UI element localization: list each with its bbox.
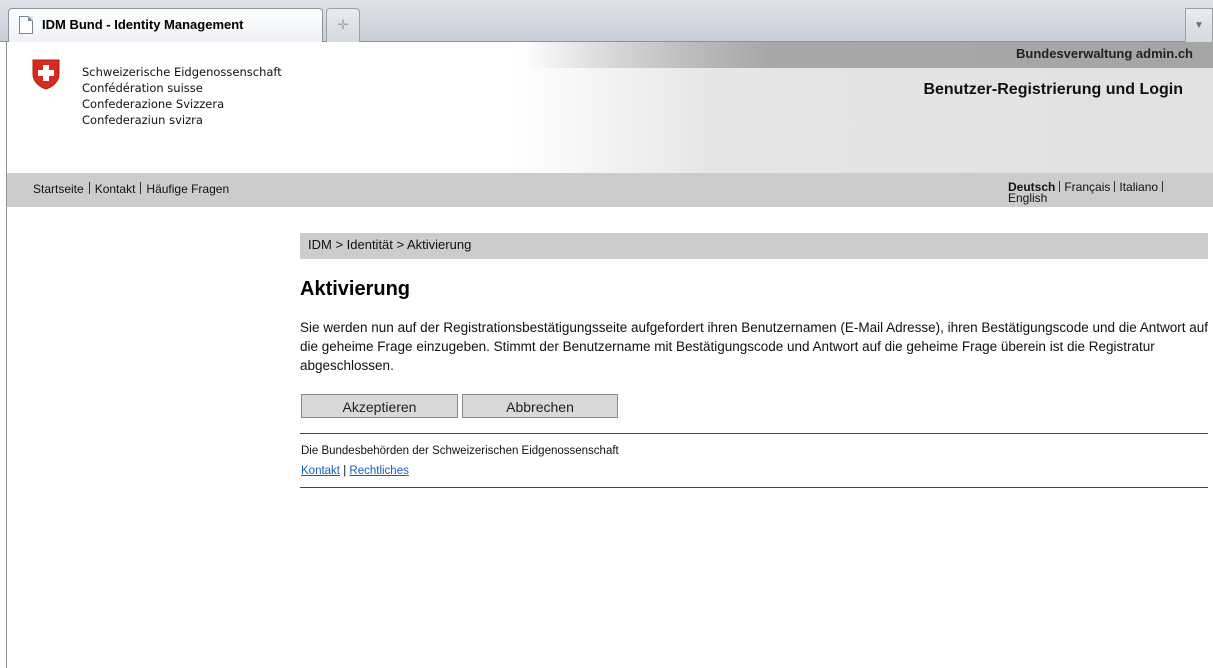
tab-list-button[interactable]: ▼ (1185, 8, 1213, 42)
language-english[interactable]: English (1008, 191, 1047, 205)
topbar-text: Bundesverwaltung admin.ch (1016, 46, 1193, 61)
nav-item-faq[interactable]: Häufige Fragen (146, 182, 229, 196)
swiss-crest-icon (32, 59, 60, 90)
lang-separator (1114, 181, 1116, 192)
main-nav: Startseite Kontakt Häufige Fragen (33, 182, 229, 196)
confederation-name-fr: Confédération suisse (82, 81, 203, 95)
site-header: Bundesverwaltung admin.ch Schweizerische… (7, 42, 1213, 173)
footer-link-kontakt[interactable]: Kontakt (301, 465, 340, 477)
chevron-down-icon: ▼ (1194, 20, 1204, 31)
footer-link-rechtliches[interactable]: Rechtliches (349, 465, 408, 477)
window-frame (0, 42, 7, 668)
confederation-name-de: Schweizerische Eidgenossenschaft (82, 65, 282, 79)
app-title: Benutzer-Registrierung und Login (923, 81, 1183, 98)
plus-icon: ✛ (337, 17, 349, 32)
lang-separator (1162, 181, 1164, 192)
accept-button[interactable]: Akzeptieren (301, 394, 458, 418)
footer-link-separator: | (343, 465, 347, 477)
browser-tab-strip: IDM Bund - Identity Management ✛ ▼ (0, 0, 1213, 42)
page-title: Aktivierung (300, 278, 411, 300)
intro-text: Sie werden nun auf der Registrationsbest… (300, 320, 1209, 373)
confederation-names: Schweizerische Eidgenossenschaft Confédé… (82, 64, 282, 128)
confederation-name-it: Confederazione Svizzera (82, 97, 225, 111)
cancel-button[interactable]: Abbrechen (462, 394, 618, 418)
language-francais[interactable]: Français (1064, 180, 1110, 194)
footer-text: Die Bundesbehörden der Schweizerischen E… (301, 445, 619, 457)
nav-item-startseite[interactable]: Startseite (33, 182, 84, 196)
page-icon (19, 16, 33, 34)
language-italiano[interactable]: Italiano (1119, 180, 1158, 194)
web-page: Bundesverwaltung admin.ch Schweizerische… (7, 42, 1213, 668)
tab-title: IDM Bund - Identity Management (42, 17, 244, 32)
top-bar: Bundesverwaltung admin.ch (527, 42, 1213, 68)
browser-tab[interactable]: IDM Bund - Identity Management (8, 8, 323, 42)
lang-separator (1059, 181, 1061, 192)
new-tab-button[interactable]: ✛ (326, 8, 360, 42)
breadcrumb: IDM > Identität > Aktivierung (300, 233, 1208, 259)
nav-item-kontakt[interactable]: Kontakt (95, 182, 136, 196)
nav-separator (88, 182, 90, 194)
confederation-name-rm: Confederaziun svizra (82, 113, 203, 127)
footer-links: Kontakt | Rechtliches (301, 465, 409, 477)
footer-divider-bottom (300, 487, 1208, 488)
nav-bar: Startseite Kontakt Häufige Fragen Deutsch F… (7, 173, 1213, 207)
nav-separator (140, 182, 142, 194)
language-switcher: Deutsch Français Italiano English (1008, 181, 1208, 204)
footer-divider-top (300, 433, 1208, 434)
